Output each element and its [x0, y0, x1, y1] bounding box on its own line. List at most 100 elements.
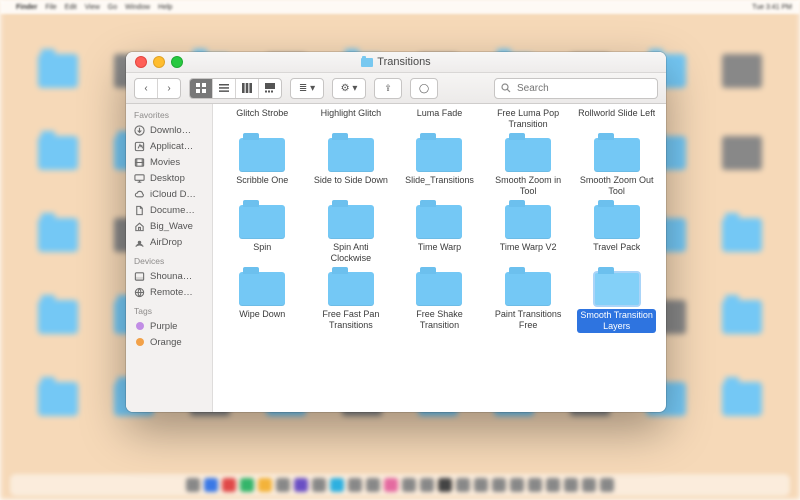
list-view-button[interactable] — [212, 79, 235, 98]
folder-icon — [361, 58, 373, 67]
folder-item[interactable]: Spin — [221, 203, 304, 266]
folder-icon — [239, 205, 285, 239]
sidebar-item-docume[interactable]: Docume… — [126, 202, 212, 218]
folder-label: Luma Fade — [417, 108, 463, 119]
menubar-app[interactable]: Finder — [16, 4, 37, 11]
folder-item[interactable]: Highlight Glitch — [310, 108, 393, 132]
folder-item[interactable]: Paint Transitions Free — [487, 270, 570, 335]
folder-label: Side to Side Down — [314, 175, 388, 186]
folder-label: Spin Anti Clockwise — [312, 242, 390, 264]
close-button[interactable] — [135, 56, 147, 68]
sidebar-heading: Devices — [126, 250, 212, 268]
folder-icon — [594, 205, 640, 239]
action-menu: ⚙︎ ▾ — [332, 78, 366, 99]
folder-label: Glitch Strobe — [236, 108, 288, 119]
remote-icon — [134, 287, 145, 298]
sidebar-item-label: Applicat… — [150, 141, 193, 152]
sidebar-item-bigwave[interactable]: Big_Wave — [126, 218, 212, 234]
folder-item[interactable]: Travel Pack — [575, 203, 658, 266]
folder-label: Paint Transitions Free — [489, 309, 567, 331]
folder-item[interactable]: Smooth Transition Layers — [575, 270, 658, 335]
column-view-button[interactable] — [235, 79, 258, 98]
sidebar-item-shouna[interactable]: Shouna… — [126, 268, 212, 284]
folder-item[interactable]: Free Shake Transition — [398, 270, 481, 335]
folder-label: Scribble One — [236, 175, 288, 186]
menu-file[interactable]: File — [45, 4, 56, 11]
grid-icon — [196, 83, 206, 93]
menu-help[interactable]: Help — [158, 4, 172, 11]
folder-icon — [328, 205, 374, 239]
airdrop-icon — [134, 237, 145, 248]
folder-item[interactable]: Free Fast Pan Transitions — [310, 270, 393, 335]
folder-label: Spin — [253, 242, 271, 253]
folder-item[interactable]: Rollworld Slide Left — [575, 108, 658, 132]
minimize-button[interactable] — [153, 56, 165, 68]
group-menu: ≣ ▾ — [290, 78, 324, 99]
search-icon — [501, 83, 511, 93]
gallery-view-button[interactable] — [258, 79, 281, 98]
sidebar-item-label: Orange — [150, 337, 182, 348]
toolbar: ‹ › ≣ ▾ ⚙︎ ▾ ⇪ ◯ — [126, 73, 666, 104]
folder-icon — [505, 205, 551, 239]
titlebar[interactable]: Transitions — [126, 52, 666, 73]
sidebar-item-applicat[interactable]: Applicat… — [126, 138, 212, 154]
folder-item[interactable]: Spin Anti Clockwise — [310, 203, 393, 266]
file-grid[interactable]: Glitch Strobe Highlight Glitch Luma Fade Fr… — [213, 104, 666, 412]
folder-label: Free Luma Pop Transition — [489, 108, 567, 130]
finder-window: Transitions ‹ › ≣ ▾ ⚙︎ ▾ ⇪ — [126, 52, 666, 412]
sidebar-item-label: Shouna… — [150, 271, 192, 282]
home-icon — [134, 221, 145, 232]
sidebar-item-downlo[interactable]: Downlo… — [126, 122, 212, 138]
movies-icon — [134, 157, 145, 168]
folder-label: Slide_Transitions — [405, 175, 474, 186]
menu-go[interactable]: Go — [108, 4, 117, 11]
share-button[interactable]: ⇪ — [374, 78, 402, 99]
folder-icon — [328, 138, 374, 172]
sidebar-item-desktop[interactable]: Desktop — [126, 170, 212, 186]
folder-item[interactable]: Time Warp — [398, 203, 481, 266]
forward-button[interactable]: › — [157, 79, 180, 98]
search-field[interactable] — [494, 78, 658, 99]
zoom-button[interactable] — [171, 56, 183, 68]
action-button[interactable]: ⚙︎ ▾ — [333, 79, 365, 98]
folder-icon — [416, 272, 462, 306]
app-icon — [134, 141, 145, 152]
folder-item[interactable]: Scribble One — [221, 136, 304, 199]
icon-view-button[interactable] — [190, 79, 212, 98]
columns-icon — [242, 83, 252, 93]
dock[interactable] — [10, 474, 790, 496]
folder-item[interactable]: Smooth Zoom in Tool — [487, 136, 570, 199]
folder-icon — [594, 138, 640, 172]
sidebar-item-icloudd[interactable]: iCloud D… — [126, 186, 212, 202]
menu-edit[interactable]: Edit — [65, 4, 77, 11]
folder-item[interactable]: Side to Side Down — [310, 136, 393, 199]
back-button[interactable]: ‹ — [135, 79, 157, 98]
sidebar-item-remote[interactable]: Remote… — [126, 284, 212, 300]
folder-item[interactable]: Smooth Zoom Out Tool — [575, 136, 658, 199]
sidebar-item-airdrop[interactable]: AirDrop — [126, 234, 212, 250]
icloud-icon — [134, 189, 145, 200]
folder-label: Smooth Zoom in Tool — [489, 175, 567, 197]
menu-view[interactable]: View — [85, 4, 100, 11]
documents-icon — [134, 205, 145, 216]
sidebar-item-purple[interactable]: Purple — [126, 318, 212, 334]
folder-item[interactable]: Free Luma Pop Transition — [487, 108, 570, 132]
sidebar-item-movies[interactable]: Movies — [126, 154, 212, 170]
download-icon — [134, 125, 145, 136]
folder-item[interactable]: Luma Fade — [398, 108, 481, 132]
group-button[interactable]: ≣ ▾ — [291, 79, 323, 98]
folder-icon — [239, 138, 285, 172]
folder-icon — [416, 138, 462, 172]
disk-icon — [134, 271, 145, 282]
menu-window[interactable]: Window — [125, 4, 150, 11]
folder-item[interactable]: Time Warp V2 — [487, 203, 570, 266]
sidebar-item-orange[interactable]: Orange — [126, 334, 212, 350]
folder-item[interactable]: Slide_Transitions — [398, 136, 481, 199]
desktop-icon — [134, 173, 145, 184]
folder-label: Free Shake Transition — [400, 309, 478, 331]
search-input[interactable] — [515, 82, 651, 95]
tags-button[interactable]: ◯ — [410, 78, 438, 99]
folder-item[interactable]: Wipe Down — [221, 270, 304, 335]
folder-icon — [239, 272, 285, 306]
folder-item[interactable]: Glitch Strobe — [221, 108, 304, 132]
